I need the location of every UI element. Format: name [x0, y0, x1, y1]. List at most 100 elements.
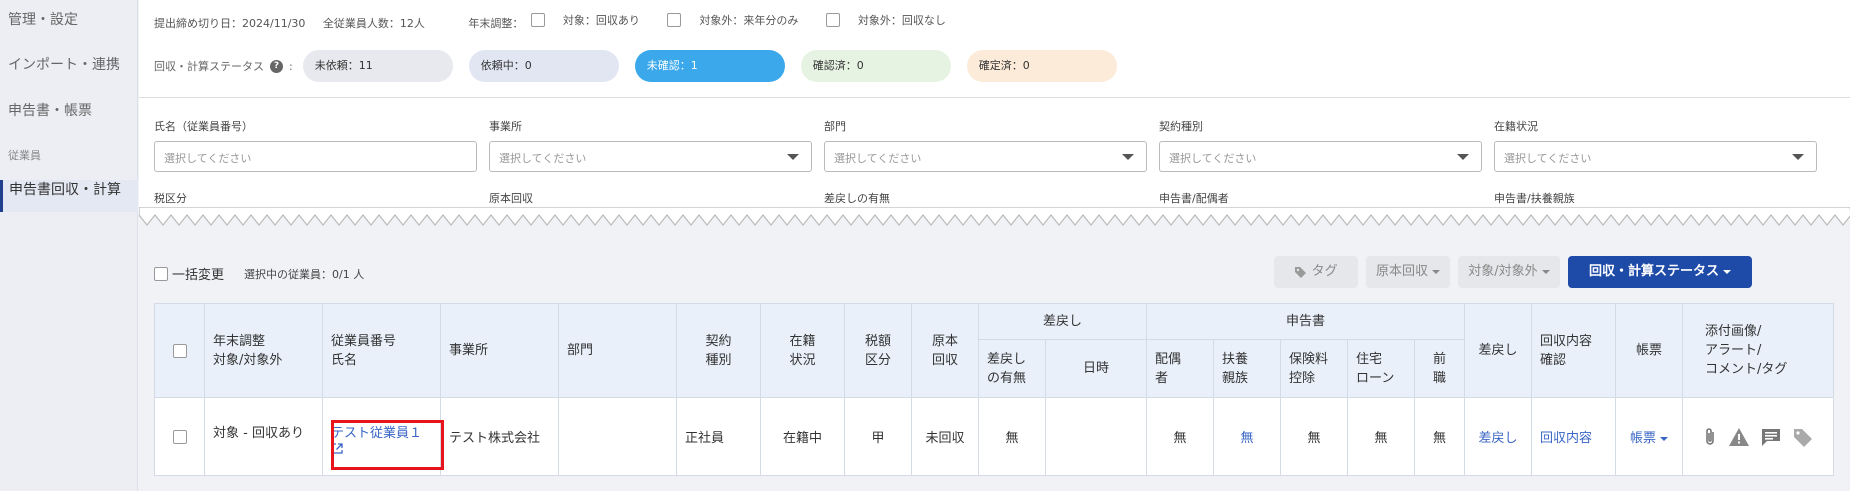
- filter-name: 氏名（従業員番号） 選択してください: [154, 118, 477, 172]
- summary-row: 提出締め切り日：2024/11/30 全従業員人数：12人 年末調整： 対象：回…: [154, 12, 970, 31]
- header-employee: 従業員番号 氏名: [322, 303, 441, 398]
- caret-down-icon: [1541, 269, 1550, 274]
- placeholder: 選択してください: [499, 152, 587, 165]
- option-no-collect[interactable]: 対象外：回収なし: [825, 12, 960, 28]
- placeholder: 選択してください: [1169, 152, 1257, 165]
- header-prev-job: 前 職: [1414, 339, 1465, 398]
- cell-attach: [1682, 397, 1834, 476]
- forms-dropdown[interactable]: 帳票: [1630, 431, 1656, 446]
- enroll-select[interactable]: 選択してください: [1494, 141, 1817, 172]
- table-row: 対象 - 回収あり テスト従業員１ テスト株式会社 正社員 在籍中 甲 未回収 …: [154, 397, 1834, 476]
- status-button[interactable]: 回収・計算ステータス: [1568, 256, 1752, 288]
- dept-select[interactable]: 選択してください: [824, 141, 1147, 172]
- colon: :: [289, 59, 293, 73]
- sidebar-item-import[interactable]: インポート・連携: [0, 55, 138, 75]
- header-tax: 税額 区分: [844, 303, 912, 398]
- header-original: 原本 回収: [911, 303, 979, 398]
- remand-link[interactable]: 差戻し: [1464, 397, 1532, 476]
- filter-office: 事業所 選択してください: [489, 118, 812, 172]
- sidebar-item-forms[interactable]: 申告書・帳票: [0, 101, 138, 121]
- checkbox[interactable]: [530, 13, 545, 27]
- filter-enroll: 在籍状況 選択してください: [1494, 118, 1817, 172]
- action-icons: [1691, 427, 1825, 447]
- bulk-change-checkbox[interactable]: 一括変更: [154, 264, 224, 283]
- header-dept: 部門: [558, 303, 677, 398]
- sidebar-item-collection[interactable]: 申告書回収・計算: [0, 180, 138, 212]
- cell-forms: 帳票: [1615, 397, 1683, 476]
- header-forms: 帳票: [1615, 303, 1683, 398]
- status-pill-requested[interactable]: 依頼中：0: [468, 50, 619, 82]
- cut-marker: [139, 207, 1850, 226]
- cell-dependent[interactable]: 無: [1213, 397, 1281, 476]
- status-pill-confirmed[interactable]: 確認済：0: [800, 50, 951, 82]
- filter-label: 事業所: [489, 120, 522, 133]
- name-input[interactable]: 選択してください: [154, 141, 477, 172]
- tag-button-label: タグ: [1311, 264, 1338, 279]
- option-target-collect[interactable]: 対象：回収あり: [530, 12, 654, 28]
- filter-tax-label: 税区分: [154, 192, 187, 205]
- placeholder: 選択してください: [1504, 152, 1592, 165]
- header-office: 事業所: [440, 303, 559, 398]
- tag-icon[interactable]: [1792, 427, 1814, 447]
- option-label: 対象：回収あり: [562, 14, 640, 27]
- row-checkbox[interactable]: [172, 429, 187, 444]
- cell-employee: テスト従業員１: [322, 397, 444, 476]
- status-pill-unconfirmed[interactable]: 未確認：1: [634, 50, 785, 82]
- checkbox[interactable]: [154, 266, 168, 281]
- row-select[interactable]: [154, 397, 205, 476]
- cell-contract: 正社員: [676, 397, 761, 476]
- filter-contract: 契約種別 選択してください: [1159, 118, 1482, 172]
- original-button[interactable]: 原本回収: [1366, 256, 1450, 288]
- option-label: 対象外：回収なし: [857, 14, 946, 27]
- select-all-checkbox[interactable]: [172, 343, 187, 358]
- cell-year-end: 対象 - 回収あり: [204, 397, 323, 476]
- cell-enroll: 在籍中: [760, 397, 845, 476]
- tag-button[interactable]: タグ: [1274, 256, 1358, 288]
- header-form-group: 申告書: [1146, 303, 1465, 340]
- office-select[interactable]: 選択してください: [489, 141, 812, 172]
- caret-down-icon: [787, 154, 799, 160]
- header-select-all[interactable]: [154, 303, 205, 398]
- toolbar: 一括変更 選択中の従業員：0/1 人 タグ 原本回収 対象/対象外 回収・計算ス…: [154, 256, 1844, 288]
- caret-down-icon: [1792, 154, 1804, 160]
- contract-select[interactable]: 選択してください: [1159, 141, 1482, 172]
- header-insurance: 保険料 控除: [1280, 339, 1348, 398]
- option-next-year[interactable]: 対象外：来年分のみ: [667, 12, 812, 28]
- header-contract: 契約 種別: [676, 303, 761, 398]
- help-icon[interactable]: ?: [270, 59, 283, 73]
- checkbox[interactable]: [667, 13, 682, 27]
- caret-down-icon: [1723, 269, 1731, 274]
- paperclip-icon[interactable]: [1702, 427, 1718, 447]
- caret-down-icon: [1122, 154, 1134, 160]
- cell-office: テスト株式会社: [440, 397, 559, 476]
- employee-table: 年末調整 対象/対象外 従業員番号 氏名 事業所 部門 契約 種別 在籍 状況 …: [154, 303, 1834, 476]
- year-end-label: 年末調整：: [468, 17, 524, 30]
- option-label: 対象外：来年分のみ: [699, 14, 799, 27]
- target-button[interactable]: 対象/対象外: [1458, 256, 1560, 288]
- original-button-label: 原本回収: [1375, 264, 1428, 279]
- alert-icon[interactable]: [1728, 427, 1750, 447]
- tag-icon: [1295, 266, 1307, 278]
- comment-icon[interactable]: [1760, 427, 1782, 447]
- filter-label: 部門: [824, 120, 846, 133]
- status-button-label: 回収・計算ステータス: [1588, 264, 1719, 279]
- header-remand-has: 差戻し の有無: [978, 339, 1046, 398]
- cell-insurance: 無: [1280, 397, 1348, 476]
- caret-down-icon: [1660, 436, 1668, 441]
- header-confirm: 回収内容 確認: [1531, 303, 1616, 398]
- cell-remand-has: 無: [978, 397, 1046, 476]
- status-pill-unrequested[interactable]: 未依頼：11: [302, 50, 453, 82]
- sidebar: 管理・設定 インポート・連携 申告書・帳票 従業員 申告書回収・計算: [0, 0, 138, 491]
- bulk-label: 一括変更: [172, 268, 225, 283]
- checkbox[interactable]: [825, 13, 840, 27]
- header-remand-date: 日時: [1045, 339, 1147, 398]
- deadline-text: 提出締め切り日：2024/11/30: [154, 17, 306, 30]
- confirm-link[interactable]: 回収内容: [1531, 397, 1616, 476]
- filter-dept: 部門 選択してください: [824, 118, 1147, 172]
- filter-label: 氏名（従業員番号）: [154, 120, 253, 133]
- header-remand: 差戻し: [1464, 303, 1532, 398]
- filter-remand-label: 差戻しの有無: [824, 192, 890, 205]
- sidebar-item-settings[interactable]: 管理・設定: [0, 10, 138, 30]
- header-spouse: 配偶 者: [1146, 339, 1214, 398]
- status-pill-finalized[interactable]: 確定済：0: [966, 50, 1117, 82]
